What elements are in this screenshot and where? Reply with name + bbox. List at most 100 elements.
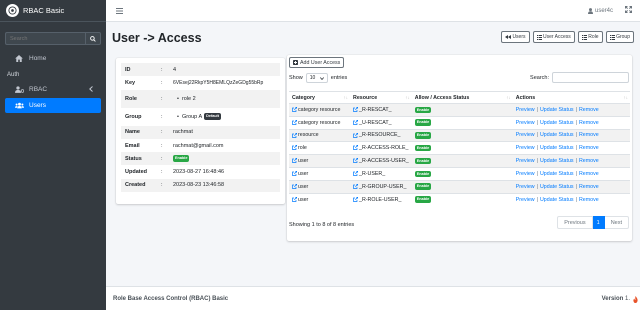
column-header-label: Actions xyxy=(515,94,536,101)
cell-category: category resource xyxy=(289,115,350,130)
preview-link[interactable]: Preview xyxy=(516,145,535,151)
pagination-next[interactable]: Next xyxy=(604,216,629,229)
sidebar-search-input[interactable] xyxy=(5,32,85,45)
preview-link[interactable]: Preview xyxy=(516,171,535,177)
column-header-category[interactable]: Category ↑↓ xyxy=(289,91,350,104)
sidebar-item-users[interactable]: Users xyxy=(5,98,101,113)
role-button[interactable]: Role xyxy=(577,31,603,43)
column-header-label: Resource xyxy=(353,94,378,101)
sidebar-search-button[interactable] xyxy=(85,32,101,45)
cell-status: Enable xyxy=(411,179,513,194)
edit-link-icon[interactable] xyxy=(292,196,297,202)
update-status-link[interactable]: Update Status xyxy=(540,171,574,177)
action-separator: | xyxy=(536,106,538,113)
detail-value: rachmat xyxy=(173,129,193,136)
users-icon xyxy=(15,102,24,109)
menu-toggle-icon[interactable] xyxy=(116,7,123,14)
detail-value: role 2 xyxy=(169,90,280,108)
pagination-previous[interactable]: Previous xyxy=(557,216,593,229)
cell-actions: Preview | Update Status | Remove xyxy=(512,179,630,194)
table-row: user _R-USER_ Enable Preview | Update Status |… xyxy=(289,166,630,181)
preview-link[interactable]: Preview xyxy=(516,158,535,164)
edit-link-icon[interactable] xyxy=(292,119,297,125)
sidebar-item-home[interactable]: Home xyxy=(5,51,101,66)
column-header-status[interactable]: Allow / Access Status ↑↓ xyxy=(411,91,513,104)
edit-link-icon[interactable] xyxy=(292,183,297,189)
edit-link-icon[interactable] xyxy=(292,132,297,138)
update-status-link[interactable]: Update Status xyxy=(540,107,574,113)
users-cog-icon xyxy=(15,86,24,93)
edit-link-icon[interactable] xyxy=(353,119,358,125)
users-button[interactable]: Users xyxy=(500,31,530,43)
detail-value: 6VEsej22RkpY5H8EMLQzZeGDg55bRp xyxy=(173,79,264,86)
edit-link-icon[interactable] xyxy=(353,132,358,138)
category-text: user xyxy=(298,170,309,177)
edit-link-icon[interactable] xyxy=(353,183,358,189)
cell-status: Enable xyxy=(411,103,513,117)
preview-link[interactable]: Preview xyxy=(516,107,535,113)
preview-link[interactable]: Preview xyxy=(516,120,535,126)
update-status-link[interactable]: Update Status xyxy=(540,132,574,138)
column-header-resource[interactable]: Resource ↑↓ xyxy=(350,91,412,104)
cell-status: Enable xyxy=(411,154,513,168)
preview-link[interactable]: Preview xyxy=(516,184,535,190)
edit-link-icon[interactable] xyxy=(292,170,297,176)
detail-colon: : xyxy=(161,129,163,136)
sort-asc-icon: ↑↓ xyxy=(343,95,349,100)
user-icon xyxy=(587,7,593,14)
remove-link[interactable]: Remove xyxy=(579,132,599,138)
detail-colon: : xyxy=(161,142,163,149)
resource-text: _R-ACCESS-ROLE_ xyxy=(359,145,409,152)
sidebar-item-rbac[interactable]: RBAC xyxy=(5,82,101,97)
update-status-link[interactable]: Update Status xyxy=(540,184,574,190)
detail-colon: : xyxy=(161,182,163,189)
remove-link[interactable]: Remove xyxy=(579,197,599,203)
remove-link[interactable]: Remove xyxy=(579,107,599,113)
remove-link[interactable]: Remove xyxy=(579,184,599,190)
brand[interactable]: RBAC Basic xyxy=(0,0,106,22)
detail-value: 2023-08-27 16:48:46 xyxy=(173,169,225,176)
user-access-button[interactable]: User Access xyxy=(532,31,575,43)
edit-link-icon[interactable] xyxy=(292,145,297,151)
fullscreen-icon[interactable] xyxy=(625,6,632,15)
remove-link[interactable]: Remove xyxy=(579,158,599,164)
update-status-link[interactable]: Update Status xyxy=(540,158,574,164)
edit-link-icon[interactable] xyxy=(353,158,358,164)
edit-link-icon[interactable] xyxy=(353,106,358,112)
entries-length-select[interactable]: 10 xyxy=(305,73,328,83)
entries-length-value: 10 xyxy=(309,75,316,81)
cell-status: Enable xyxy=(411,115,513,130)
edit-link-icon[interactable] xyxy=(353,170,358,176)
detail-label: Name xyxy=(125,129,140,136)
action-separator: | xyxy=(575,106,577,113)
user-access-button-label: User Access xyxy=(543,34,571,40)
detail-label: Role xyxy=(125,95,137,102)
edit-link-icon[interactable] xyxy=(353,145,358,151)
update-status-link[interactable]: Update Status xyxy=(540,145,574,151)
entries-length: Show 10 entries xyxy=(289,73,347,83)
edit-link-icon[interactable] xyxy=(292,158,297,164)
action-separator: | xyxy=(536,145,538,152)
group-button[interactable]: Group xyxy=(605,31,634,43)
category-text: user xyxy=(298,183,309,190)
remove-link[interactable]: Remove xyxy=(579,120,599,126)
edit-link-icon[interactable] xyxy=(292,106,297,112)
pagination-page-1[interactable]: 1 xyxy=(592,216,605,229)
sort-icon: ↑↓ xyxy=(506,95,511,100)
page-title: User -> Access xyxy=(112,31,202,45)
remove-link[interactable]: Remove xyxy=(579,145,599,151)
add-user-access-button[interactable]: Add User Access xyxy=(289,57,345,68)
cell-category: user xyxy=(289,154,350,168)
status-badge: Enable xyxy=(414,183,432,190)
preview-link[interactable]: Preview xyxy=(516,132,535,138)
table-search-input[interactable] xyxy=(552,72,629,83)
preview-link[interactable]: Preview xyxy=(516,197,535,203)
remove-link[interactable]: Remove xyxy=(579,171,599,177)
update-status-link[interactable]: Update Status xyxy=(540,120,574,126)
user-menu[interactable]: user4c xyxy=(587,7,613,14)
update-status-link[interactable]: Update Status xyxy=(540,197,574,203)
sidebar-item-label: Users xyxy=(29,102,46,109)
edit-link-icon[interactable] xyxy=(353,196,358,202)
header-buttons: Users User Access Role Group xyxy=(500,31,634,43)
brand-name: RBAC Basic xyxy=(23,6,65,15)
